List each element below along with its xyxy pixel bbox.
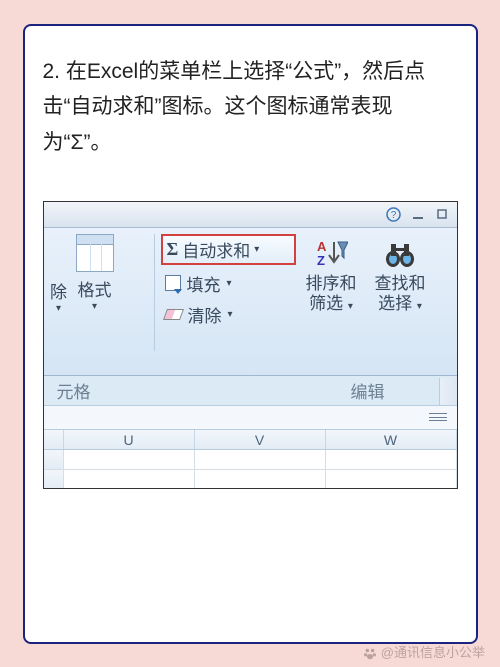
column-header[interactable]: U	[64, 430, 195, 449]
column-headers[interactable]: U V W	[44, 430, 457, 450]
formula-bar[interactable]	[44, 405, 457, 430]
find-select-label-1: 查找和	[375, 274, 426, 294]
restore-icon[interactable]	[435, 207, 449, 221]
ribbon: 除 ▾ 格式 ▾ Σ 自动求和 ▾	[44, 228, 457, 376]
expand-formula-bar-icon[interactable]	[429, 413, 447, 421]
editing-group-label: 编辑	[299, 378, 457, 403]
sort-filter-label-1: 排序和	[306, 274, 357, 294]
instruction-text: 2. 在Excel的菜单栏上选择“公式”，然后点击“自动求和”图标。这个图标通常…	[43, 54, 458, 161]
fill-label: 填充	[187, 271, 221, 296]
watermark: @通讯信息小公举	[363, 642, 485, 661]
dropdown-arrow-icon[interactable]: ▾	[228, 309, 233, 320]
find-select-button[interactable]: 查找和 选择 ▾	[375, 234, 426, 375]
format-button[interactable]: 格式 ▾	[76, 234, 114, 312]
tutorial-card: 2. 在Excel的菜单栏上选择“公式”，然后点击“自动求和”图标。这个图标通常…	[23, 24, 478, 644]
grid-row[interactable]	[44, 470, 457, 489]
fill-icon	[165, 275, 181, 291]
autosum-label: 自动求和	[182, 237, 250, 262]
ribbon-group-labels: 元格 编辑	[44, 378, 457, 403]
format-icon	[76, 234, 114, 272]
excel-screenshot: ? 除 ▾ 格式 ▾	[43, 201, 458, 489]
dropdown-arrow-icon[interactable]: ▾	[417, 301, 422, 312]
cells-group: 除 ▾ 格式 ▾	[44, 228, 154, 375]
sigma-icon: Σ	[167, 239, 179, 260]
dropdown-arrow-icon[interactable]: ▾	[56, 303, 61, 314]
spreadsheet-grid[interactable]: U V W	[44, 430, 457, 489]
column-header[interactable]: W	[326, 430, 457, 449]
clear-label: 清除	[188, 302, 222, 327]
window-title-bar: ?	[44, 202, 457, 228]
format-label: 格式	[78, 276, 112, 301]
sort-filter-button[interactable]: A Z 排序和 筛选 ▾	[306, 234, 357, 375]
column-header[interactable]: V	[195, 430, 326, 449]
delete-button[interactable]: 除 ▾	[48, 234, 70, 314]
dropdown-arrow-icon[interactable]: ▾	[92, 301, 97, 312]
editing-group-left: Σ 自动求和 ▾ 填充 ▾ 清除 ▾	[155, 228, 300, 375]
delete-label: 除	[50, 278, 67, 303]
watermark-text: @通讯信息小公举	[381, 645, 485, 660]
dropdown-arrow-icon[interactable]: ▾	[348, 301, 353, 312]
grid-row[interactable]	[44, 450, 457, 470]
editing-group-right: A Z 排序和 筛选 ▾	[300, 228, 457, 375]
sort-filter-label-2: 筛选	[309, 294, 343, 313]
sort-filter-icon: A Z	[314, 238, 348, 270]
help-icon[interactable]: ?	[386, 207, 401, 222]
svg-text:?: ?	[390, 210, 396, 221]
cells-group-label: 元格	[44, 378, 104, 403]
dropdown-arrow-icon[interactable]: ▾	[254, 244, 259, 255]
binoculars-icon	[383, 239, 417, 269]
corner-cell[interactable]	[44, 430, 64, 449]
svg-text:Z: Z	[317, 253, 325, 268]
paw-icon	[363, 647, 377, 661]
dropdown-arrow-icon[interactable]: ▾	[227, 278, 232, 289]
svg-text:A: A	[317, 239, 327, 254]
clear-button[interactable]: 清除 ▾	[161, 302, 296, 327]
autosum-button[interactable]: Σ 自动求和 ▾	[161, 234, 296, 265]
minimize-icon[interactable]	[411, 207, 425, 221]
find-select-label-2: 选择	[378, 294, 412, 313]
fill-button[interactable]: 填充 ▾	[161, 271, 296, 296]
eraser-icon	[162, 309, 183, 320]
